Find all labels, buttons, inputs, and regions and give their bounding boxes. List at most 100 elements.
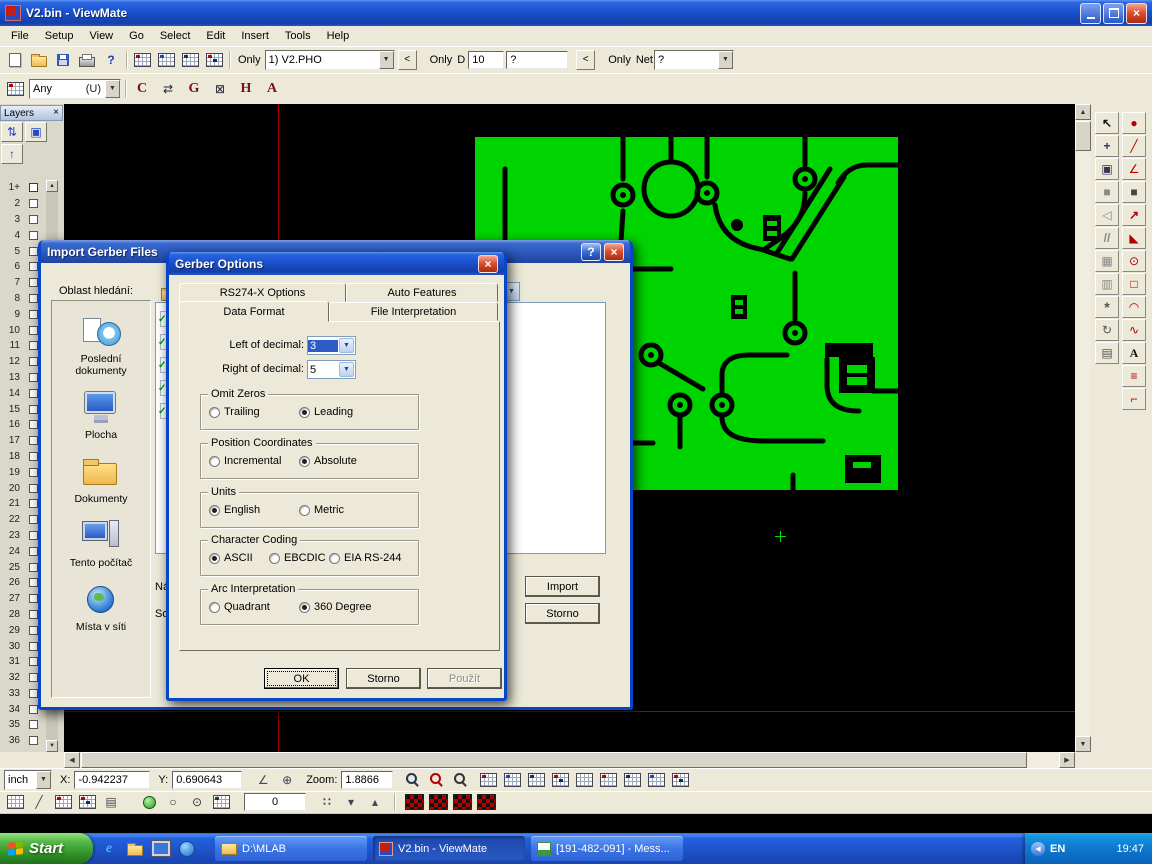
layer-visibility-checkbox[interactable] (29, 736, 38, 745)
radio-option[interactable]: 360 Degree (299, 601, 372, 613)
radio-button[interactable] (299, 456, 310, 467)
menu-item-go[interactable]: Go (121, 28, 152, 44)
circle-pad-icon[interactable]: ⊙ (1122, 250, 1146, 272)
diag-line-icon[interactable]: ╱ (28, 792, 50, 812)
radio-button[interactable] (209, 602, 220, 613)
help-pointer-icon[interactable]: ? (100, 50, 122, 70)
gear-icon[interactable]: * (1095, 296, 1119, 318)
layer-visibility-checkbox[interactable] (29, 610, 38, 619)
layer-visibility-checkbox[interactable] (29, 326, 38, 335)
measure-icon[interactable]: ∠ (252, 770, 274, 790)
table-plain-icon[interactable] (573, 770, 595, 790)
filled-rect-icon[interactable]: ■ (1122, 181, 1146, 203)
h-tool-icon[interactable]: H (234, 77, 258, 101)
cancel-button[interactable]: Storno (525, 603, 600, 624)
radio-button[interactable] (299, 407, 310, 418)
scroll-up-icon[interactable]: ▲ (46, 180, 58, 192)
vertical-scroll-thumb[interactable] (1075, 121, 1091, 151)
previous-layer-button[interactable]: < (398, 50, 417, 70)
report-icon[interactable] (203, 50, 225, 70)
close-button[interactable]: × (1126, 3, 1147, 24)
close-icon[interactable]: × (53, 108, 59, 118)
zoom-out-icon[interactable] (449, 770, 471, 790)
show-desktop-icon[interactable] (150, 837, 172, 861)
layer-visibility-checkbox[interactable] (29, 199, 38, 208)
move-layer-up-icon[interactable]: ↑ (1, 144, 23, 164)
layer-visibility-checkbox[interactable] (29, 436, 38, 445)
vector-arrow-icon[interactable]: ↗ (1122, 204, 1146, 226)
radio-option[interactable]: Quadrant (209, 601, 299, 613)
zoom-select-icon[interactable] (401, 770, 423, 790)
table-two2-icon[interactable] (669, 770, 691, 790)
rect-outline-icon[interactable]: □ (1122, 273, 1146, 295)
table-blue2-icon[interactable] (645, 770, 667, 790)
circle-tool-icon[interactable]: ○ (162, 792, 184, 812)
radio-option[interactable]: English (209, 504, 299, 516)
triangle-outline-icon[interactable]: ◁ (1095, 204, 1119, 226)
tab-rs274-x-options[interactable]: RS274-X Options (179, 283, 346, 302)
pad-icon[interactable]: ● (1122, 112, 1146, 134)
checker-pattern-icon[interactable] (475, 792, 497, 812)
radio-option[interactable]: ASCII (209, 552, 269, 564)
up-marker-icon[interactable]: ▴ (364, 792, 386, 812)
checker-pattern-icon[interactable] (451, 792, 473, 812)
table-red2-icon[interactable] (597, 770, 619, 790)
scroll-right-icon[interactable]: ▶ (1059, 752, 1075, 768)
layer-visibility-checkbox[interactable] (29, 689, 38, 698)
cursor-icon[interactable]: ↖ (1095, 112, 1119, 134)
close-button[interactable]: × (604, 243, 624, 261)
hook-icon[interactable]: ⌐ (1122, 388, 1146, 410)
layer-visibility-checkbox[interactable] (29, 215, 38, 224)
radio-option[interactable]: EIA RS-244 (329, 552, 401, 564)
chevron-left-icon[interactable]: ◀ (1031, 842, 1045, 856)
menu-item-select[interactable]: Select (152, 28, 199, 44)
close-button[interactable]: × (478, 255, 498, 273)
layer-visibility-checkbox[interactable] (29, 278, 38, 287)
place-item[interactable]: Dokumenty (52, 454, 150, 505)
chevron-down-icon[interactable]: ▼ (339, 362, 354, 377)
radio-option[interactable]: Absolute (299, 455, 357, 467)
radio-button[interactable] (209, 456, 220, 467)
checker-pattern-icon[interactable] (427, 792, 449, 812)
scroll-down-icon[interactable]: ▼ (46, 740, 58, 752)
left-of-decimal-combo[interactable]: 3 ▼ (307, 336, 356, 355)
minimize-button[interactable] (1080, 3, 1101, 24)
line-icon[interactable]: ╱ (1122, 135, 1146, 157)
swap-tool-icon[interactable]: ⇄ (156, 77, 180, 101)
layer-select-combo[interactable]: 1) V2.PHO ▼ (265, 50, 395, 70)
only-layer-toggle[interactable]: Only (238, 54, 261, 66)
mirror-icon[interactable]: ▥ (1095, 273, 1119, 295)
radio-button[interactable] (299, 505, 310, 516)
save-icon[interactable] (52, 50, 74, 70)
mini-grid-icon[interactable] (4, 792, 26, 812)
layers-stack-icon[interactable]: ▣ (1095, 158, 1119, 180)
dcode-input[interactable] (468, 51, 504, 69)
net-filter-combo[interactable]: ? ▼ (654, 50, 734, 70)
radio-button[interactable] (209, 407, 220, 418)
layer-visibility-checkbox[interactable] (29, 389, 38, 398)
table-dark2-icon[interactable] (621, 770, 643, 790)
c-tool-icon[interactable]: C (130, 77, 154, 101)
layer-visibility-checkbox[interactable] (29, 531, 38, 540)
dots-grid-icon[interactable]: ∷ (316, 792, 338, 812)
traffic-light-icon[interactable] (138, 792, 160, 812)
table-dark-icon[interactable] (525, 770, 547, 790)
layer-visibility-checkbox[interactable] (29, 294, 38, 303)
browser-globe-icon[interactable] (176, 837, 198, 861)
layer-visibility-checkbox[interactable] (29, 720, 38, 729)
table-red-icon[interactable] (477, 770, 499, 790)
radio-option[interactable]: Leading (299, 406, 353, 418)
import-button[interactable]: Import (525, 576, 600, 597)
text-icon[interactable]: A (1122, 342, 1146, 364)
zoom-input[interactable] (341, 771, 393, 789)
scroll-up-icon[interactable]: ▲ (1075, 104, 1091, 120)
layer-visibility-checkbox[interactable] (29, 452, 38, 461)
table-two-icon[interactable] (549, 770, 571, 790)
new-file-icon[interactable] (4, 50, 26, 70)
layer-visibility-checkbox[interactable] (29, 484, 38, 493)
layer-visibility-checkbox[interactable] (29, 231, 38, 240)
radio-button[interactable] (329, 553, 340, 564)
only-dcode-toggle[interactable]: Only (430, 54, 453, 66)
previous-dcode-button[interactable]: < (576, 50, 595, 70)
layer-visibility-checkbox[interactable] (29, 341, 38, 350)
